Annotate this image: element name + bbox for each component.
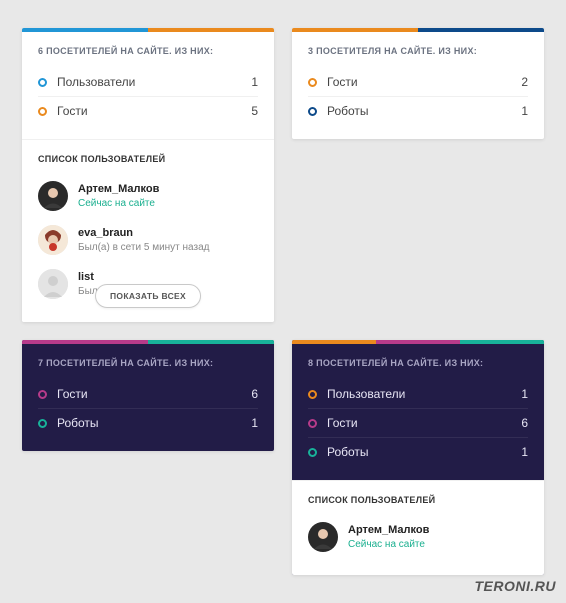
watermark: TERONI.RU [475,578,557,594]
card-topbar [292,28,544,32]
stats-rows: Гости 2 Роботы 1 [292,68,544,139]
stat-row: Пользователи 1 [308,380,528,408]
cards-grid: 6 ПОСЕТИТЕЛЕЙ НА САЙТЕ. ИЗ НИХ: Пользова… [0,0,566,603]
user-status: Сейчас на сайте [78,197,159,210]
stat-label: Пользователи [57,75,251,89]
stat-row: Гости 6 [38,380,258,408]
stat-row: Роботы 1 [38,408,258,437]
stat-row: Гости 5 [38,96,258,125]
stat-label: Роботы [57,416,251,430]
users-header: СПИСОК ПОЛЬЗОВАТЕЛЕЙ [22,139,274,174]
stat-label: Гости [57,104,251,118]
user-name: Артем_Малков [78,182,159,196]
user-status: Был(а) в сети 5 минут назад [78,241,209,254]
user-item[interactable]: Артем_Малков Сейчас на сайте [38,174,258,218]
card-header: 6 ПОСЕТИТЕЛЕЙ НА САЙТЕ. ИЗ НИХ: [22,32,274,68]
stat-label: Гости [327,75,521,89]
user-info: Артем_Малков Сейчас на сайте [78,182,159,209]
user-item[interactable]: eva_braun Был(а) в сети 5 минут назад [38,218,258,262]
users-list: Артем_Малков Сейчас на сайте eva_braun Б… [22,174,274,322]
visitors-card: 7 ПОСЕТИТЕЛЕЙ НА САЙТЕ. ИЗ НИХ: Гости 6 … [22,340,274,451]
bullet-icon [308,78,317,87]
show-all-button[interactable]: ПОКАЗАТЬ ВСЕХ [95,284,201,308]
stat-count: 6 [251,387,258,401]
topbar-seg [292,28,418,32]
stats-rows: Пользователи 1 Гости 6 Роботы 1 [292,380,544,480]
avatar-eva-icon [38,225,68,255]
user-name: list [78,270,182,284]
avatar [38,269,68,299]
bullet-icon [308,107,317,116]
card-topbar [292,340,544,344]
avatar-artem-icon [308,522,338,552]
avatar-artem-icon [38,181,68,211]
avatar-placeholder-icon [38,269,68,299]
stat-label: Гости [327,416,521,430]
card-header: 3 ПОСЕТИТЕЛЯ НА САЙТЕ. ИЗ НИХ: [292,32,544,68]
topbar-seg [22,28,148,32]
topbar-seg [22,340,148,344]
visitors-card: 3 ПОСЕТИТЕЛЯ НА САЙТЕ. ИЗ НИХ: Гости 2 Р… [292,28,544,139]
user-name: Артем_Малков [348,523,429,537]
stat-label: Роботы [327,445,521,459]
user-info: Артем_Малков Сейчас на сайте [348,523,429,550]
stat-count: 1 [521,104,528,118]
stat-row: Роботы 1 [308,437,528,466]
stat-row: Роботы 1 [308,96,528,125]
topbar-seg [148,340,274,344]
topbar-seg [460,340,544,344]
stat-row: Пользователи 1 [38,68,258,96]
avatar [38,225,68,255]
avatar [308,522,338,552]
visitors-card: 8 ПОСЕТИТЕЛЕЙ НА САЙТЕ. ИЗ НИХ: Пользова… [292,340,544,575]
user-status: Сейчас на сайте [348,538,429,551]
bullet-icon [38,107,47,116]
card-topbar [22,28,274,32]
stat-label: Пользователи [327,387,521,401]
topbar-seg [292,340,376,344]
card-header: 8 ПОСЕТИТЕЛЕЙ НА САЙТЕ. ИЗ НИХ: [292,344,544,380]
user-name: eva_braun [78,226,209,240]
users-list: Артем_Малков Сейчас на сайте [292,515,544,575]
topbar-seg [376,340,460,344]
stat-count: 1 [251,75,258,89]
stat-count: 1 [521,445,528,459]
stat-label: Гости [57,387,251,401]
stat-count: 5 [251,104,258,118]
bullet-icon [38,390,47,399]
topbar-seg [418,28,544,32]
bullet-icon [38,419,47,428]
stats-rows: Гости 6 Роботы 1 [22,380,274,451]
users-header: СПИСОК ПОЛЬЗОВАТЕЛЕЙ [292,480,544,515]
bullet-icon [308,448,317,457]
stat-row: Гости 2 [308,68,528,96]
stat-label: Роботы [327,104,521,118]
stat-count: 1 [251,416,258,430]
card-header: 7 ПОСЕТИТЕЛЕЙ НА САЙТЕ. ИЗ НИХ: [22,344,274,380]
stat-count: 1 [521,387,528,401]
bullet-icon [38,78,47,87]
stat-count: 2 [521,75,528,89]
bullet-icon [308,419,317,428]
card-topbar [22,340,274,344]
user-item[interactable]: Артем_Малков Сейчас на сайте [308,515,528,559]
bullet-icon [308,390,317,399]
avatar [38,181,68,211]
topbar-seg [148,28,274,32]
user-info: eva_braun Был(а) в сети 5 минут назад [78,226,209,253]
stat-row: Гости 6 [308,408,528,437]
stat-count: 6 [521,416,528,430]
stats-rows: Пользователи 1 Гости 5 [22,68,274,139]
visitors-card: 6 ПОСЕТИТЕЛЕЙ НА САЙТЕ. ИЗ НИХ: Пользова… [22,28,274,322]
